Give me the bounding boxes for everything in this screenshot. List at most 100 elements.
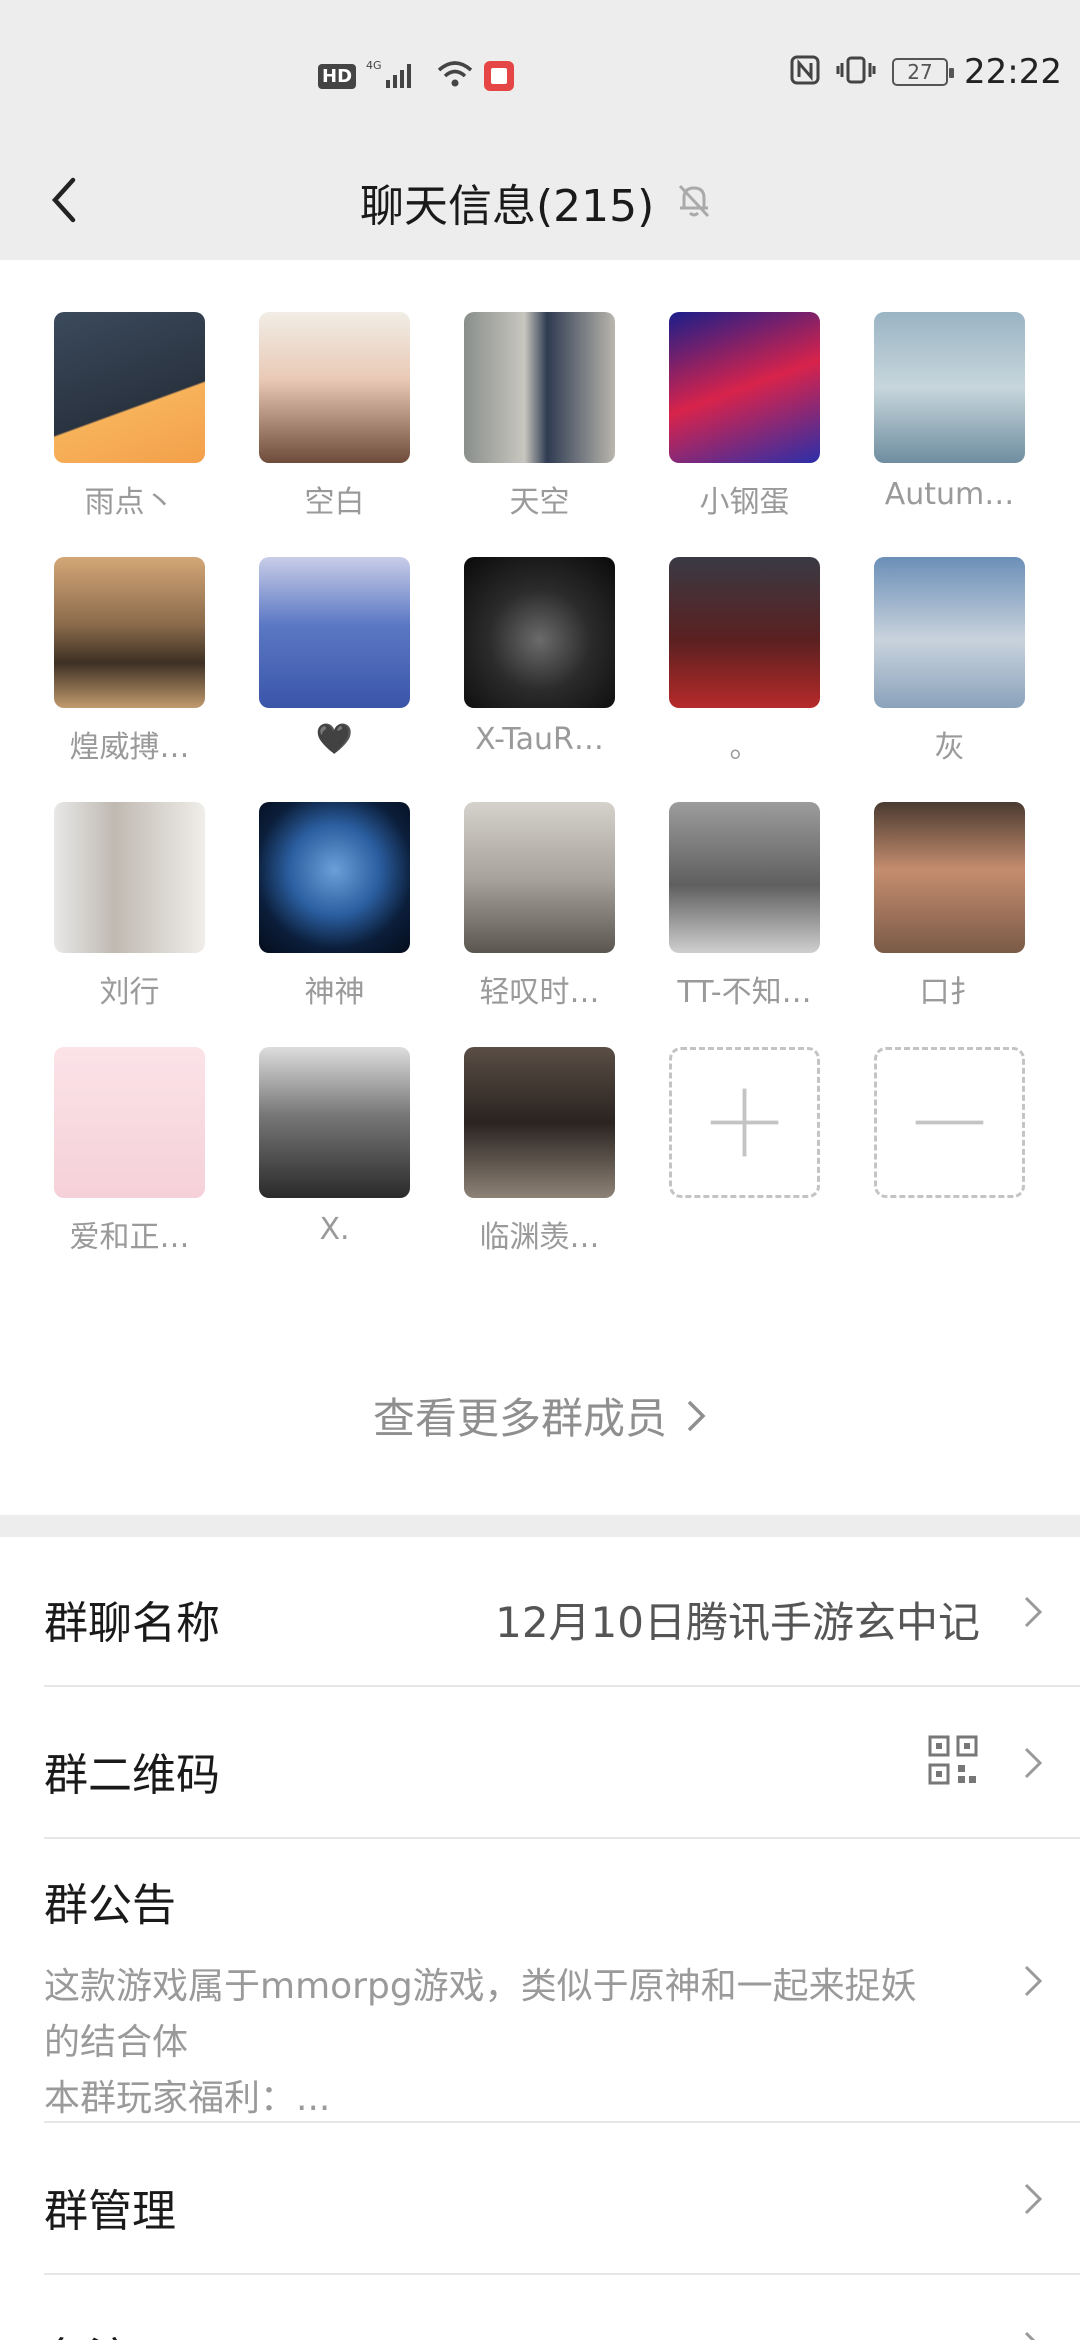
member-item[interactable]: 刘行	[54, 802, 205, 1010]
member-name: 口⺘	[919, 975, 980, 1010]
group-qr-label: 群二维码	[44, 1750, 220, 1801]
nav-bar: 聊天信息(215)	[0, 140, 1080, 260]
notification-app-icon	[484, 61, 515, 91]
member-item[interactable]: 🖤	[259, 557, 410, 762]
member-name: 雨点丶	[84, 485, 175, 520]
member-name: 临渊羡…	[479, 1220, 600, 1255]
member-name: 刘行	[99, 975, 160, 1010]
avatar	[669, 802, 820, 953]
member-item[interactable]: 小钢蛋	[669, 312, 820, 520]
status-time: 22:22	[964, 52, 1062, 92]
avatar	[54, 557, 205, 708]
member-name: X.	[319, 1212, 350, 1247]
member-item[interactable]: 。	[669, 557, 820, 765]
member-name: 爱和正…	[69, 1220, 190, 1255]
member-item[interactable]: 临渊羡…	[464, 1047, 615, 1255]
member-name: 。	[729, 730, 760, 765]
group-notice-row[interactable]: 群公告 这款游戏属于mmorpg游戏，类似于原神和一起来捉妖 的结合体 本群玩家…	[0, 1839, 1080, 2123]
member-item[interactable]: 空白	[259, 312, 410, 520]
notice-line: 的结合体	[44, 2022, 189, 2063]
group-name-value: 12月10日腾讯手游玄中记	[495, 1598, 980, 1647]
group-notice-label: 群公告	[44, 1880, 176, 1931]
avatar	[259, 1047, 410, 1198]
member-name: 灰	[934, 730, 965, 765]
add-member-button[interactable]	[669, 1047, 820, 1252]
chevron-right-icon	[1024, 2331, 1036, 2340]
notice-line: 本群玩家福利：...	[44, 2078, 331, 2119]
chevron-right-icon	[1024, 2183, 1043, 2215]
group-manage-row[interactable]: 群管理	[0, 2123, 1080, 2275]
group-manage-label: 群管理	[44, 2186, 176, 2237]
member-item[interactable]: 天空	[464, 312, 615, 520]
avatar	[669, 312, 820, 463]
hd-icon: HD	[318, 63, 357, 89]
battery-icon: 27	[892, 58, 955, 86]
avatar	[669, 557, 820, 708]
page-title: 聊天信息(215)	[360, 181, 655, 232]
member-item[interactable]: 神神	[259, 802, 410, 1010]
member-name: TT-不知…	[677, 975, 812, 1010]
member-item[interactable]: Autum…	[874, 312, 1025, 517]
back-button[interactable]	[30, 165, 100, 235]
nfc-icon	[790, 55, 820, 89]
avatar	[259, 557, 410, 708]
members-section: 雨点丶 空白 天空 小钢蛋 Autum… 煌威搏… 🖤 X-TauR… 。 灰刘行 神神 轻叹时… TT…	[0, 260, 1080, 1515]
avatar	[54, 1047, 205, 1198]
member-name: X-TauR…	[475, 722, 604, 757]
member-item[interactable]: 雨点丶	[54, 312, 205, 520]
member-item[interactable]: 灰	[874, 557, 1025, 765]
chevron-right-icon	[1024, 1965, 1043, 1997]
status-left: HD 4G	[318, 58, 515, 94]
member-grid: 雨点丶 空白 天空 小钢蛋 Autum… 煌威搏… 🖤 X-TauR… 。 灰刘行 神神 轻叹时… TT…	[54, 312, 1025, 1255]
avatar	[259, 802, 410, 953]
member-name: 煌威搏…	[69, 730, 190, 765]
signal-icon: 4G	[366, 58, 426, 94]
group-name-label: 群聊名称	[44, 1598, 220, 1649]
avatar	[54, 802, 205, 953]
member-item[interactable]: X.	[259, 1047, 410, 1252]
mute-bell-icon	[674, 180, 714, 224]
member-item[interactable]: 爱和正…	[54, 1047, 205, 1255]
member-item[interactable]: TT-不知…	[669, 802, 820, 1010]
status-bar: HD 4G 27 22:22	[0, 0, 1080, 140]
member-item[interactable]: 煌威搏…	[54, 557, 205, 765]
member-name: 轻叹时…	[479, 975, 600, 1010]
avatar	[464, 312, 615, 463]
avatar	[464, 802, 615, 953]
member-name: 小钢蛋	[699, 485, 790, 520]
nav-title-group: 聊天信息(215)	[360, 170, 714, 234]
remark-label: 备注	[44, 2323, 132, 2340]
plus-icon	[669, 1047, 820, 1198]
minus-icon	[874, 1047, 1025, 1198]
avatar	[464, 557, 615, 708]
vibrate-icon	[836, 55, 876, 89]
member-item[interactable]: 轻叹时…	[464, 802, 615, 1010]
group-notice-text: 这款游戏属于mmorpg游戏，类似于原神和一起来捉妖 的结合体 本群玩家福利：.…	[44, 1959, 964, 2127]
avatar	[874, 802, 1025, 953]
chevron-right-icon	[1024, 1747, 1043, 1779]
member-item[interactable]: X-TauR…	[464, 557, 615, 762]
remark-row[interactable]: 备注	[0, 2275, 1080, 2340]
group-qr-row[interactable]: 群二维码	[0, 1687, 1080, 1839]
member-name: 天空	[509, 485, 570, 520]
avatar	[259, 312, 410, 463]
member-name: Autum…	[884, 477, 1015, 512]
member-name: 神神	[304, 975, 365, 1010]
svg-text:4G: 4G	[366, 59, 382, 72]
avatar	[464, 1047, 615, 1198]
qr-code-icon	[928, 1735, 978, 1785]
more-members-link[interactable]: 查看更多群成员	[0, 1385, 1080, 1446]
avatar	[874, 557, 1025, 708]
remove-member-button[interactable]	[874, 1047, 1025, 1252]
member-item[interactable]: 口⺘	[874, 802, 1025, 1010]
wifi-icon	[436, 59, 474, 93]
status-right: 27 22:22	[790, 52, 1062, 92]
avatar	[874, 312, 1025, 463]
group-name-row[interactable]: 群聊名称 12月10日腾讯手游玄中记	[0, 1537, 1080, 1687]
section-divider	[0, 1515, 1080, 1537]
avatar	[54, 312, 205, 463]
chevron-left-icon	[51, 177, 76, 223]
member-name: 空白	[304, 485, 365, 520]
notice-line: 这款游戏属于mmorpg游戏，类似于原神和一起来捉妖	[44, 1966, 917, 2007]
member-name: 🖤	[315, 722, 354, 757]
